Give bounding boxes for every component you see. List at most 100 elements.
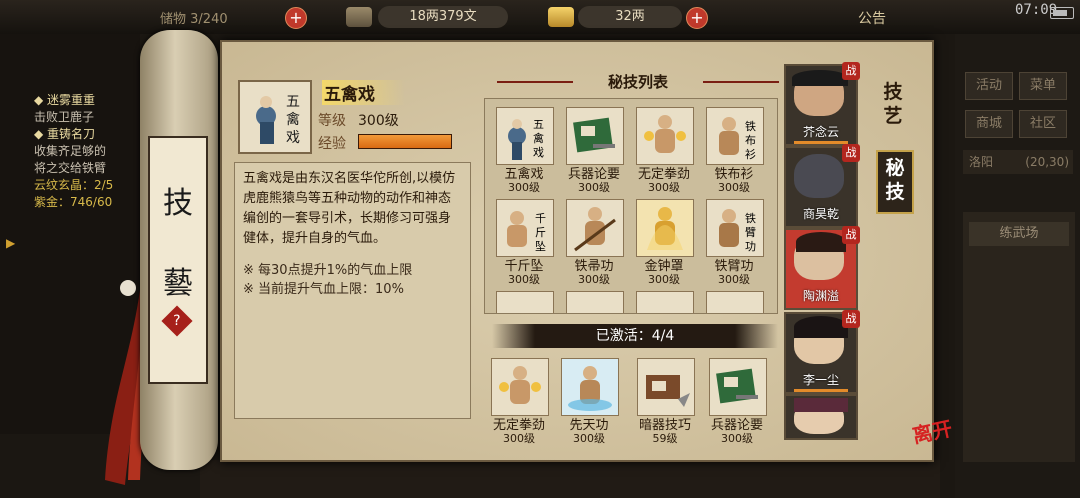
skill-cell-partial[interactable] bbox=[701, 287, 767, 313]
skill-icon bbox=[706, 291, 764, 313]
selected-skill-name: 五禽戏 bbox=[322, 80, 405, 105]
battery-icon bbox=[1050, 7, 1074, 19]
svg-text:铁: 铁 bbox=[745, 120, 756, 133]
battle-badge: 战 bbox=[842, 226, 860, 244]
menu-button[interactable]: 菜单 bbox=[1019, 72, 1067, 100]
character-name: 陶渊溢 bbox=[802, 289, 839, 303]
iron-arm-icon: 铁臂功 bbox=[706, 199, 764, 257]
character-card[interactable] bbox=[784, 394, 858, 440]
tab-secret-skill[interactable]: 秘技 bbox=[876, 150, 914, 214]
community-button[interactable]: 社区 bbox=[1019, 110, 1067, 138]
quest-progress-1: 云纹玄晶：2/5 bbox=[34, 178, 114, 192]
svg-text:铁: 铁 bbox=[745, 212, 756, 225]
level-value: 300级 bbox=[358, 113, 399, 129]
bag-count: 储物 3/240 bbox=[160, 12, 228, 27]
activated-skill-cell[interactable]: 兵器论要 300级 bbox=[704, 354, 770, 445]
quest-title-1: ◆ 迷雾重重 bbox=[34, 93, 96, 107]
skill-list-title: 秘技列表 bbox=[607, 73, 668, 91]
quest-desc-2a: 收集齐足够的 bbox=[34, 144, 107, 158]
hair-icon bbox=[794, 316, 848, 338]
weapon-book-icon bbox=[566, 107, 624, 165]
skill-cell[interactable]: 金钟罩 300级 bbox=[631, 195, 697, 286]
skill-cell[interactable]: 铁臂功铁臂功 300级 bbox=[701, 195, 767, 286]
selected-skill-icon: 五禽戏 bbox=[238, 80, 312, 154]
gold-icon bbox=[548, 7, 574, 27]
activated-skill-cell[interactable]: 先天功 300级 bbox=[556, 354, 622, 445]
right-tabs: 技艺 秘技 bbox=[868, 70, 920, 230]
activated-skills: 无定拳劲 300级 先天功 300级 暗器技巧 59级 兵器论要 300级 bbox=[484, 354, 776, 445]
skill-cell[interactable]: 无定拳劲 300级 bbox=[631, 103, 697, 194]
battle-badge: 战 bbox=[842, 62, 860, 80]
bottom-nav bbox=[200, 460, 940, 498]
exp-bar-fill bbox=[359, 135, 451, 148]
character-card[interactable]: 战 商昊乾 bbox=[784, 144, 860, 228]
quest-progress-2: 紫金：746/60 bbox=[34, 195, 113, 209]
character-name: 商昊乾 bbox=[802, 207, 839, 221]
tab-skill-art[interactable]: 技艺 bbox=[876, 80, 910, 128]
svg-text:坠: 坠 bbox=[535, 240, 546, 253]
skill-description-box: 五禽戏是由东汉名医华佗所创,以模仿虎鹿熊猿鸟等五种动物的动作和神态编创的一套导引… bbox=[234, 162, 471, 419]
skill-icon bbox=[636, 291, 694, 313]
scroll-label: 技 藝 ? bbox=[148, 136, 208, 384]
skill-cell-partial[interactable] bbox=[631, 287, 697, 313]
expand-arrow-icon[interactable]: ▶ bbox=[6, 236, 15, 250]
skill-icon bbox=[566, 291, 624, 313]
level-label: 等级 bbox=[318, 113, 346, 129]
skill-note-2: ※ 当前提升气血上限：10% bbox=[243, 282, 404, 297]
character-card[interactable]: 战 李一尘 bbox=[784, 310, 860, 394]
battle-badge: 战 bbox=[842, 144, 860, 162]
silver-icon bbox=[346, 7, 372, 27]
quest-desc-2b: 将之交给铁臂 bbox=[34, 161, 107, 175]
skill-cell[interactable]: 兵器论要 300级 bbox=[561, 103, 627, 194]
silver-amount: 18两379文 bbox=[378, 6, 508, 28]
activated-skill-cell[interactable]: 无定拳劲 300级 bbox=[486, 354, 552, 445]
skill-cell[interactable]: 千斤坠千斤坠 300级 bbox=[491, 195, 557, 286]
skill-cell[interactable]: 铁帚功 300级 bbox=[561, 195, 627, 286]
character-card-selected[interactable]: 战 陶渊溢 bbox=[784, 226, 860, 310]
svg-text:布: 布 bbox=[745, 134, 756, 147]
skill-cell[interactable]: 铁布衫铁布衫 300级 bbox=[701, 103, 767, 194]
add-gold-button[interactable]: + bbox=[686, 7, 708, 29]
skill-cell-partial[interactable] bbox=[561, 287, 627, 313]
right-menu: 活动 菜单 商城 社区 洛阳 (20,30) 练武场 bbox=[955, 34, 1080, 498]
skill-grid: 五禽戏五禽戏 300级 兵器论要 300级 无定拳劲 300级 铁布衫铁布衫 300级 … bbox=[484, 98, 778, 314]
svg-text:禽: 禽 bbox=[286, 111, 300, 128]
svg-text:禽: 禽 bbox=[533, 131, 544, 145]
character-name: 李一尘 bbox=[802, 373, 839, 387]
scroll-title-char-1: 技 bbox=[163, 186, 193, 221]
exp-label: 经验 bbox=[318, 136, 346, 152]
shop-button[interactable]: 商城 bbox=[965, 110, 1013, 138]
svg-text:五: 五 bbox=[533, 118, 544, 131]
quest-title-2: ◆ 重铸名刀 bbox=[34, 127, 96, 141]
battle-badge: 战 bbox=[842, 310, 860, 328]
fist-monk-icon bbox=[636, 107, 694, 165]
hat-icon bbox=[792, 70, 848, 86]
character-name: 芥念云 bbox=[802, 125, 839, 139]
svg-text:五: 五 bbox=[286, 94, 300, 110]
svg-text:千: 千 bbox=[535, 212, 546, 225]
training-ground-item[interactable]: 练武场 bbox=[969, 222, 1069, 246]
scroll-title-char-2: 藝 bbox=[163, 266, 193, 301]
skill-cell[interactable]: 五禽戏五禽戏 300级 bbox=[491, 103, 557, 194]
weapon-book-icon bbox=[709, 358, 767, 416]
location-bar[interactable]: 洛阳 (20,30) bbox=[963, 150, 1073, 174]
svg-text:斤: 斤 bbox=[535, 226, 546, 239]
iron-broom-icon bbox=[566, 199, 624, 257]
svg-text:戏: 戏 bbox=[533, 146, 544, 159]
help-icon[interactable]: ? bbox=[161, 305, 193, 337]
map-list: 练武场 bbox=[963, 212, 1075, 462]
svg-text:功: 功 bbox=[745, 240, 756, 253]
gold-amount: 32两 bbox=[578, 6, 682, 28]
svg-text:戏: 戏 bbox=[286, 130, 300, 146]
notice-button[interactable]: 公告 bbox=[858, 8, 886, 28]
skill-cell-partial[interactable] bbox=[491, 287, 557, 313]
activity-button[interactable]: 活动 bbox=[965, 72, 1013, 100]
activated-skill-cell[interactable]: 暗器技巧 59级 bbox=[632, 354, 698, 445]
add-bag-button[interactable]: + bbox=[285, 7, 307, 29]
iron-shirt-icon: 铁布衫 bbox=[706, 107, 764, 165]
character-card[interactable]: 战 芥念云 bbox=[784, 62, 860, 146]
activated-count: 已激活：4/4 bbox=[492, 324, 778, 348]
character-portrait bbox=[794, 154, 844, 198]
svg-text:衫: 衫 bbox=[745, 148, 756, 161]
thousand-jin-icon: 千斤坠 bbox=[496, 199, 554, 257]
